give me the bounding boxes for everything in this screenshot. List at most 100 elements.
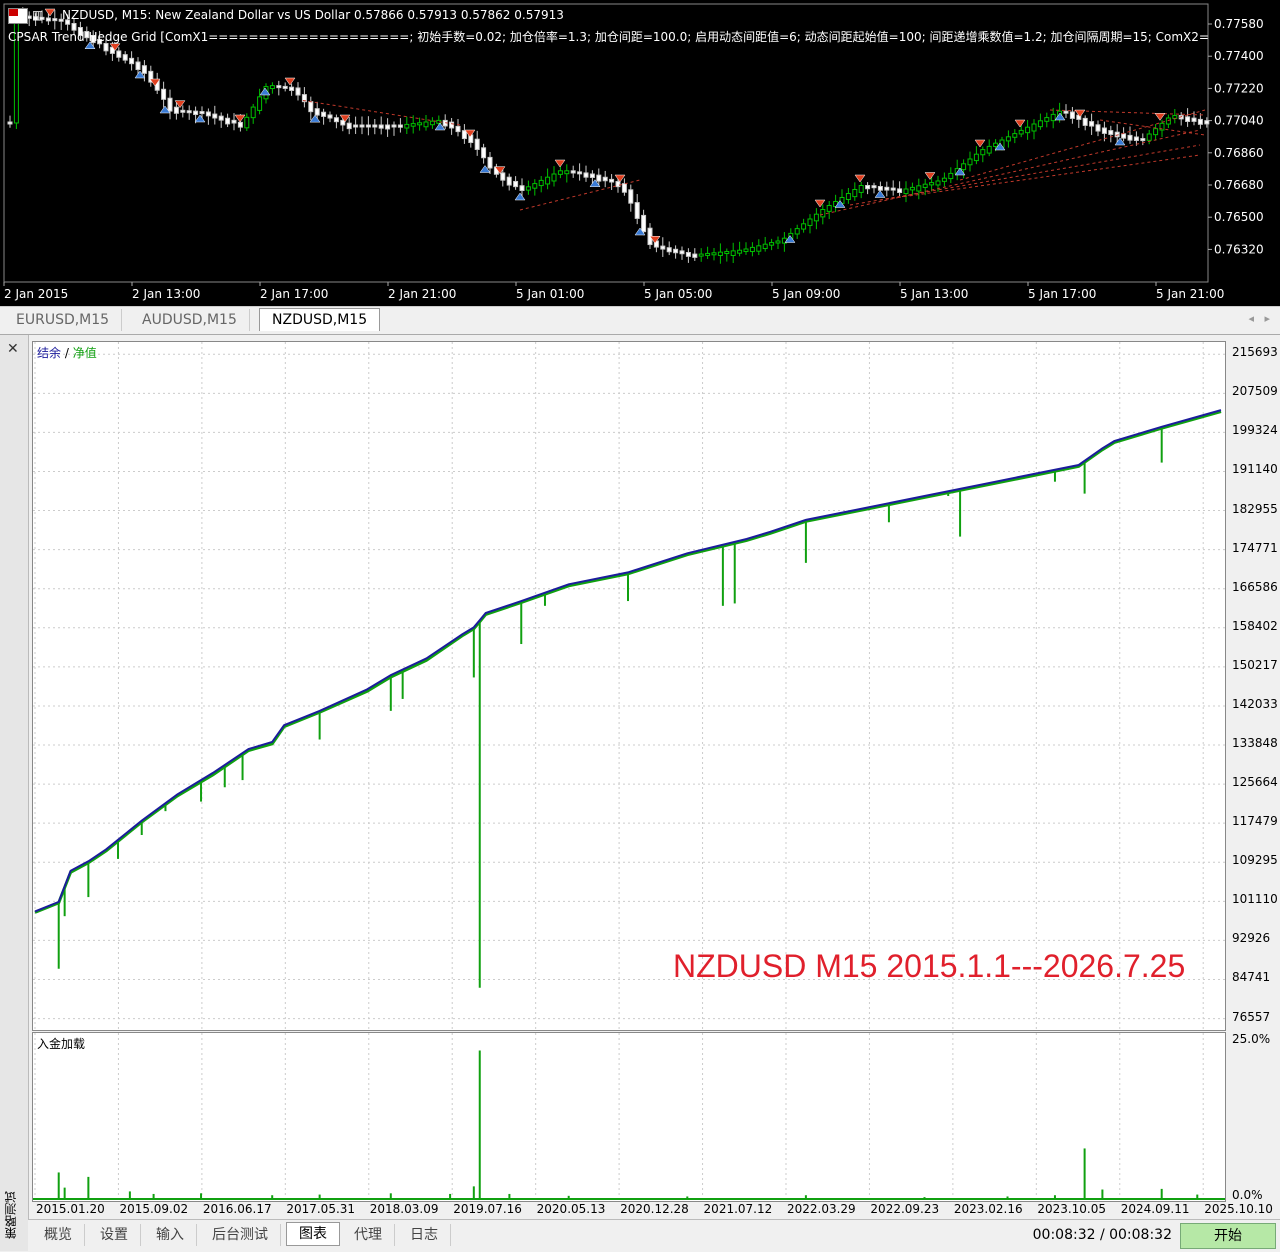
candles-group [7, 7, 1210, 264]
candle-body [1005, 136, 1011, 142]
close-icon[interactable]: ✕ [7, 341, 19, 357]
candle-body [506, 176, 512, 186]
candle-body [929, 182, 935, 186]
candle-body [308, 101, 314, 113]
candle-body [973, 153, 979, 162]
candle-body [570, 170, 576, 174]
candle-body [698, 253, 704, 257]
elapsed-timer: 00:08:32 / 00:08:32 [1032, 1227, 1172, 1243]
price-x-tick-label: 5 Jan 09:00 [772, 287, 840, 301]
candle-body [1044, 117, 1050, 122]
candle-body [801, 223, 807, 230]
equity-chart: 结余 / 净值 NZDUSD M15 2015.1.1---2026.7.25 [32, 341, 1226, 1031]
candle-body [621, 183, 627, 193]
candle-body [500, 172, 506, 181]
strategy-tester-panel: ✕ 策略测试 结余 / 净值 NZDUSD M15 2015.1.1---202… [0, 334, 1280, 1252]
equity-y-axis: 215693 207509 199324 191140 182955 174771 1665… [1226, 341, 1280, 1029]
equity-y-tick-label: 101110 [1232, 892, 1278, 907]
date-tick-label: 2023.02.16 [953, 1202, 1023, 1216]
candlestick-chart: 0.77580 0.77400 0.77220 0.77040 0.76860 0.766… [3, 3, 1264, 301]
candle-body [7, 121, 13, 125]
candle-body [641, 214, 647, 233]
legend-balance: 结余 [37, 346, 62, 360]
sell-arrow-icon [284, 77, 296, 86]
candle-body [161, 88, 167, 100]
candle-body [372, 124, 378, 128]
candle-body [1025, 126, 1031, 134]
tab-scroll-arrows-icon[interactable]: ◂ ▸ [1248, 312, 1270, 325]
sell-arrow-icon [854, 174, 866, 183]
deposit-y-tick-label: 0.0% [1232, 1188, 1263, 1202]
candle-body [865, 185, 871, 190]
candle-body [986, 145, 992, 154]
tab-optimization[interactable]: 后台测试 [200, 1224, 281, 1246]
tab-eurusd[interactable]: EURUSD,M15 [4, 309, 123, 331]
candle-body [1012, 133, 1018, 138]
tab-settings[interactable]: 设置 [88, 1224, 141, 1246]
candle-body [813, 213, 819, 222]
equity-chart-svg [33, 342, 1225, 1030]
candle-body [858, 185, 864, 193]
candle-body [1082, 117, 1088, 126]
equity-legend: 结余 / 净值 [37, 344, 97, 361]
price-y-tick-label: 0.76320 [1214, 242, 1264, 256]
tab-journal[interactable]: 日志 [398, 1224, 451, 1246]
tab-inputs[interactable]: 输入 [144, 1224, 197, 1246]
candle-body [365, 124, 371, 128]
start-button[interactable]: 开始 [1180, 1223, 1276, 1249]
price-y-tick-label: 0.77400 [1214, 49, 1264, 63]
candle-body [596, 174, 602, 182]
candle-body [941, 177, 947, 182]
candle-body [557, 170, 563, 175]
candle-body [513, 180, 519, 188]
candle-body [173, 106, 179, 114]
hedge-grid-line [819, 129, 1201, 216]
candle-body [397, 124, 403, 128]
candle-body [980, 149, 986, 156]
date-tick-label: 2020.12.28 [620, 1202, 689, 1216]
sell-arrow-icon [554, 159, 566, 168]
candle-body [1069, 111, 1075, 119]
candle-body [212, 113, 218, 119]
price-plot-frame [3, 3, 1209, 283]
sell-arrow-icon [1014, 119, 1026, 128]
date-tick-label: 2017.05.31 [286, 1202, 356, 1216]
tab-graph[interactable]: 图表 [286, 1222, 340, 1246]
date-tick-label: 2022.09.23 [870, 1202, 940, 1216]
equity-y-tick-label: 215693 [1232, 345, 1278, 360]
candle-body [564, 170, 570, 175]
candle-body [666, 247, 672, 253]
candle-body [385, 124, 391, 130]
tab-agents[interactable]: 代理 [342, 1224, 395, 1246]
buy-arrow-icon [194, 114, 206, 123]
date-tick-label: 2018.03.09 [369, 1202, 439, 1216]
tab-overview[interactable]: 概览 [32, 1224, 85, 1246]
price-x-tick-label: 2 Jan 2015 [4, 287, 68, 301]
candle-body [1140, 138, 1146, 142]
candle-body [1031, 123, 1037, 132]
price-x-tick-label: 5 Jan 21:00 [1156, 287, 1224, 301]
candle-body [775, 240, 781, 244]
tester-side-strip: ✕ 策略测试 [0, 335, 29, 1251]
candle-body [257, 96, 263, 111]
date-tick-label: 2019.07.16 [453, 1202, 522, 1216]
candle-body [461, 130, 467, 140]
price-chart[interactable]: 0.77580 0.77400 0.77220 0.77040 0.76860 0.766… [0, 0, 1280, 306]
buy-arrow-icon [874, 190, 886, 198]
candle-body [481, 147, 487, 159]
price-y-tick-label: 0.76680 [1214, 178, 1264, 192]
price-y-tick-label: 0.76860 [1214, 146, 1264, 160]
tab-audusd[interactable]: AUDUSD,M15 [130, 309, 250, 331]
equity-y-tick-label: 191140 [1232, 462, 1278, 477]
date-axis: 2015.01.20 2015.09.02 2016.06.17 2017.05.31… [32, 1201, 1273, 1219]
date-tick-label: 2021.07.12 [703, 1202, 773, 1216]
equity-y-tick-label: 174771 [1232, 540, 1278, 555]
candle-body [877, 186, 883, 191]
legend-separator: / [61, 346, 73, 360]
candle-body [602, 176, 608, 182]
candle-body [685, 252, 691, 257]
deposit-y-axis: 25.0% 0.0% [1226, 1032, 1280, 1202]
tab-nzdusd[interactable]: NZDUSD,M15 [259, 308, 381, 331]
price-y-tick-label: 0.76500 [1214, 210, 1264, 224]
price-x-tick-label: 2 Jan 21:00 [388, 287, 456, 301]
